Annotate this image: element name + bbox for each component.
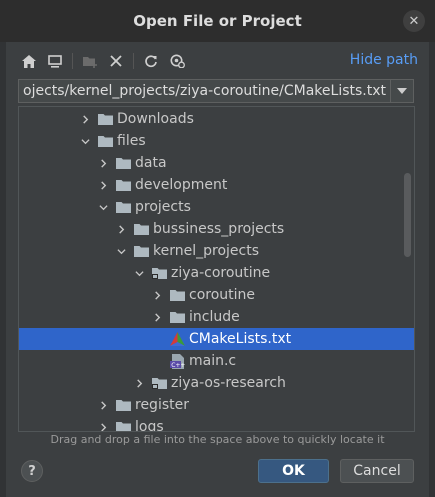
file-tree[interactable]: Downloads files data development projects bus… [18, 106, 415, 432]
tree-row-label: bussiness_projects [153, 221, 285, 237]
chevron-down-icon[interactable] [97, 196, 109, 218]
show-hidden-icon [170, 54, 185, 68]
tree-row-label: logs [135, 419, 164, 432]
svg-text:C++: C++ [171, 362, 185, 369]
path-combobox [18, 79, 414, 103]
folder-icon [97, 111, 113, 127]
path-input[interactable] [19, 80, 390, 102]
tree-row-label: include [189, 309, 240, 325]
folder-icon [115, 419, 131, 431]
tree-row-label: main.c [189, 353, 237, 369]
help-button[interactable]: ? [21, 460, 43, 482]
chevron-right-icon[interactable] [115, 218, 127, 240]
cmake-file-icon [169, 331, 185, 347]
chevron-right-icon[interactable] [97, 174, 109, 196]
tree-row[interactable]: CMakeLists.txt [19, 328, 414, 350]
new-folder-icon [82, 56, 97, 68]
close-button[interactable]: ✕ [403, 10, 425, 32]
tree-row-label: projects [135, 199, 191, 215]
chevron-right-icon[interactable] [79, 108, 91, 130]
folder-icon [169, 309, 185, 325]
chevron-right-icon[interactable] [151, 284, 163, 306]
tree-row-label: data [135, 155, 167, 171]
tree-row[interactable]: projects [19, 196, 414, 218]
folder-icon [115, 177, 131, 193]
chevron-right-icon[interactable] [97, 152, 109, 174]
drag-drop-hint: Drag and drop a file into the space abov… [50, 433, 385, 446]
folder-icon [97, 133, 113, 149]
chevron-down-icon[interactable] [115, 240, 127, 262]
chevron-down-icon [397, 87, 407, 94]
tree-row-label: CMakeLists.txt [189, 331, 292, 347]
path-history-dropdown[interactable] [390, 80, 413, 102]
folder-icon [115, 397, 131, 413]
delete-button[interactable] [105, 50, 127, 72]
folder-icon [115, 199, 131, 215]
tree-row-label: Downloads [117, 111, 194, 127]
close-icon: ✕ [408, 13, 420, 29]
c-file-icon: C++ [169, 353, 185, 369]
background-right [429, 42, 435, 497]
ok-button[interactable]: OK [258, 459, 329, 483]
toolbar-separator [133, 53, 134, 69]
new-folder-button[interactable] [79, 50, 101, 72]
home-button[interactable] [18, 50, 40, 72]
delete-icon [110, 55, 122, 67]
background-left [0, 42, 6, 497]
chevron-right-icon[interactable] [133, 372, 145, 394]
desktop-button[interactable] [44, 50, 66, 72]
home-icon [22, 54, 36, 68]
project-folder-icon [151, 265, 167, 281]
open-file-dialog: Open File or Project ✕ Hide path ojects/… [0, 0, 435, 497]
desktop-icon [48, 54, 62, 68]
chevron-down-icon[interactable] [133, 262, 145, 284]
tree-row-label: kernel_projects [153, 243, 259, 259]
title-bar: Open File or Project ✕ [0, 0, 435, 42]
tree-row[interactable]: register [19, 394, 414, 416]
tree-row[interactable]: development [19, 174, 414, 196]
tree-row[interactable]: bussiness_projects [19, 218, 414, 240]
cancel-button[interactable]: Cancel [340, 459, 414, 483]
tree-row-label: files [117, 133, 146, 149]
tree-row-label: register [135, 397, 189, 413]
tree-row-label: development [135, 177, 228, 193]
toolbar: Hide path [18, 50, 418, 72]
toolbar-separator [72, 53, 73, 69]
tree-row[interactable]: data [19, 152, 414, 174]
tree-row[interactable]: files [19, 130, 414, 152]
tree-row[interactable]: ziya-coroutine [19, 262, 414, 284]
chevron-right-icon[interactable] [151, 306, 163, 328]
dialog-title: Open File or Project [133, 12, 302, 30]
chevron-right-icon[interactable] [97, 394, 109, 416]
hide-path-link[interactable]: Hide path [350, 52, 418, 68]
refresh-icon [145, 55, 157, 68]
project-folder-icon [151, 375, 167, 391]
tree-row[interactable]: include [19, 306, 414, 328]
tree-row[interactable]: ziya-os-research [19, 372, 414, 394]
tree-row[interactable]: kernel_projects [19, 240, 414, 262]
tree-row[interactable]: Downloads [19, 108, 414, 130]
folder-icon [115, 155, 131, 171]
chevron-right-icon[interactable] [97, 416, 109, 431]
show-hidden-button[interactable] [166, 50, 188, 72]
folder-icon [133, 243, 149, 259]
folder-icon [169, 287, 185, 303]
tree-row[interactable]: C++ main.c [19, 350, 414, 372]
tree-row-label: coroutine [189, 287, 256, 303]
chevron-down-icon[interactable] [79, 130, 91, 152]
refresh-button[interactable] [140, 50, 162, 72]
tree-row-label: ziya-coroutine [171, 265, 271, 281]
folder-icon [133, 221, 149, 237]
tree-row[interactable]: logs [19, 416, 414, 432]
tree-row-label: ziya-os-research [171, 375, 286, 391]
tree-row[interactable]: coroutine [19, 284, 414, 306]
